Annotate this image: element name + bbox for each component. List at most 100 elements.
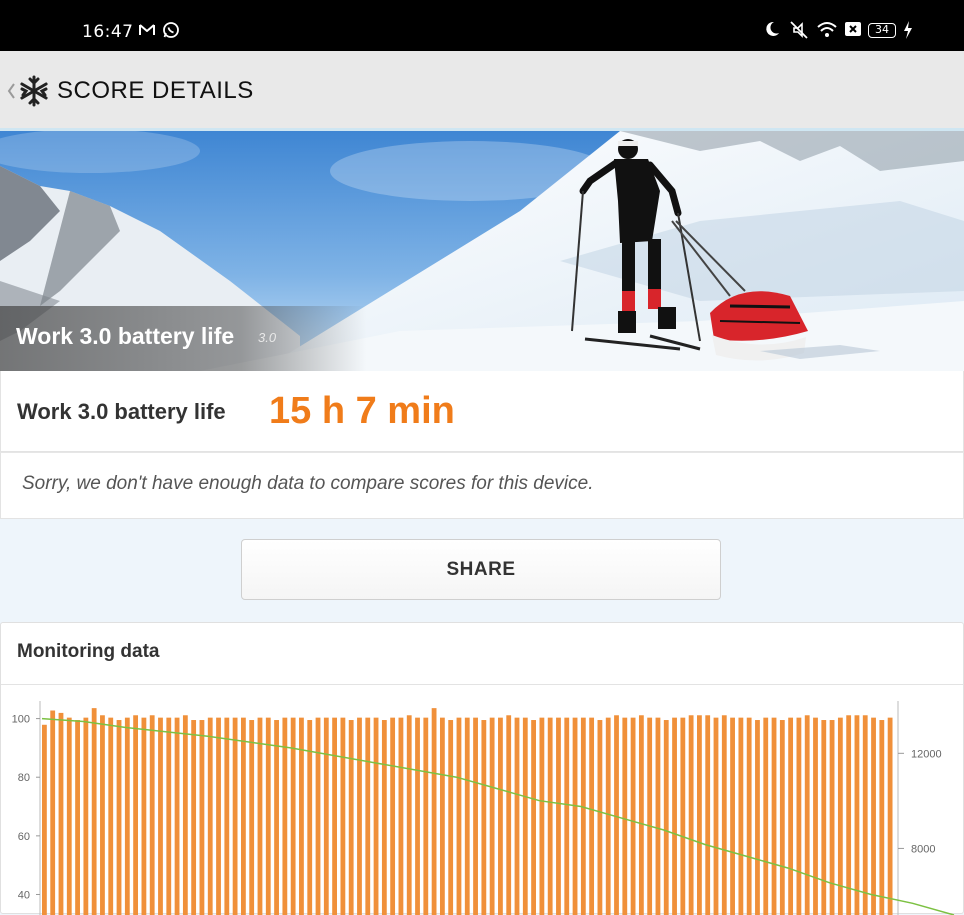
- chart-bar: [199, 720, 205, 915]
- chart-bar: [614, 715, 619, 915]
- chart-bar: [381, 720, 387, 915]
- chart-bar: [240, 717, 246, 915]
- chart-bar: [357, 717, 362, 915]
- chart-bar: [514, 717, 520, 915]
- chart-bar: [42, 724, 47, 915]
- chart-bar: [265, 717, 271, 915]
- chart-bar: [813, 717, 818, 915]
- chart-bar: [116, 720, 122, 915]
- chart-bar: [224, 717, 230, 915]
- chart-bar: [871, 717, 876, 915]
- chart-bar: [365, 717, 371, 915]
- monitoring-header: Monitoring data: [1, 623, 963, 685]
- chart-bar: [638, 715, 644, 915]
- chart-bar: [821, 720, 827, 915]
- score-label: Work 3.0 battery life: [17, 399, 226, 424]
- chart-bar: [448, 720, 454, 915]
- chart-bar: [315, 717, 321, 915]
- system-icons: 34: [764, 20, 934, 42]
- battery-icon: 34: [868, 20, 900, 42]
- chart-bar: [141, 717, 147, 915]
- chart-bar: [730, 717, 735, 915]
- chart-bar: [680, 717, 686, 915]
- chart-bar: [580, 717, 586, 915]
- hero-version: 3.0: [258, 330, 277, 345]
- chart-bar: [456, 717, 462, 915]
- chart-bar: [771, 717, 777, 915]
- chart-bar: [108, 717, 114, 915]
- chart-bar: [58, 712, 64, 915]
- gmail-icon: [139, 24, 155, 35]
- chart-bar: [464, 717, 470, 915]
- chart-bar: [100, 715, 105, 915]
- chart-bar: [66, 717, 72, 915]
- chart-bar: [340, 717, 346, 915]
- status-time: 16:47: [82, 22, 134, 42]
- chart-bar: [663, 720, 669, 915]
- snowflake-icon: [20, 75, 48, 107]
- score-row: Work 3.0 battery life 15 h 7 min: [0, 371, 964, 452]
- chart-bar: [531, 720, 536, 915]
- chart-bar: [688, 715, 694, 915]
- chart-bar: [489, 717, 495, 915]
- chart-bar: [721, 715, 727, 915]
- chart-bar: [672, 717, 677, 915]
- chart-bar: [746, 717, 752, 915]
- chart-bar: [50, 710, 56, 915]
- chart-bar: [804, 715, 810, 915]
- chart-bar: [191, 720, 197, 915]
- left-tick-label: 100: [12, 714, 30, 726]
- chevron-left-icon[interactable]: [6, 82, 16, 100]
- chart-bar: [763, 717, 769, 915]
- chart-bar: [879, 720, 885, 915]
- monitoring-card: Monitoring data 100 80 60 40 12000 8000: [0, 622, 964, 915]
- chart-bar: [522, 717, 528, 915]
- right-tick-label: 12000: [911, 748, 942, 760]
- chart-bar: [788, 717, 794, 915]
- chart-bar: [174, 717, 180, 915]
- hero-title: Work 3.0 battery life: [16, 323, 235, 349]
- chart-bar: [572, 717, 578, 915]
- right-tick-label: 8000: [911, 843, 935, 855]
- chart-bar: [149, 715, 155, 915]
- chart-bar: [232, 717, 238, 915]
- chart-bar: [133, 715, 139, 915]
- score-value: 15 h 7 min: [269, 390, 455, 432]
- chart-bar: [498, 717, 503, 915]
- chart-bar: [630, 717, 636, 915]
- chart-bar: [415, 717, 420, 915]
- charging-icon: [904, 21, 912, 39]
- chart-bar: [323, 717, 329, 915]
- chart-bar: [216, 717, 221, 915]
- chart-bar: [713, 717, 719, 915]
- chart-bar: [589, 717, 595, 915]
- chart-bar: [182, 715, 188, 915]
- compare-message-row: Sorry, we don't have enough data to comp…: [0, 452, 964, 519]
- chart-bar: [655, 717, 661, 915]
- chart-bar: [647, 717, 653, 915]
- chart-bar: [91, 708, 97, 915]
- monitoring-chart: 100806040120008000: [12, 701, 955, 915]
- hero-banner: Work 3.0 battery life 3.0: [0, 131, 964, 371]
- chart-bar: [390, 717, 396, 915]
- status-bar: 16:47 34: [0, 0, 964, 51]
- chart-bar: [539, 717, 545, 915]
- chart-bar: [564, 717, 570, 915]
- chart-bar: [862, 715, 868, 915]
- battery-level: 34: [868, 23, 896, 38]
- chart-bar: [398, 717, 404, 915]
- chart-bar: [299, 717, 304, 915]
- share-button[interactable]: SHARE: [241, 539, 721, 600]
- chart-bar: [373, 717, 379, 915]
- chart-bar: [274, 720, 279, 915]
- wifi-icon: [817, 22, 837, 37]
- chart-bar: [257, 717, 263, 915]
- chart-bar: [738, 717, 744, 915]
- chart-bar: [83, 717, 89, 915]
- chart-bar: [506, 715, 512, 915]
- chart-bar: [423, 717, 429, 915]
- left-tick-label: 60: [18, 831, 30, 843]
- chart-bar: [307, 720, 313, 915]
- whatsapp-icon: [163, 22, 179, 38]
- chart-bar: [829, 720, 835, 915]
